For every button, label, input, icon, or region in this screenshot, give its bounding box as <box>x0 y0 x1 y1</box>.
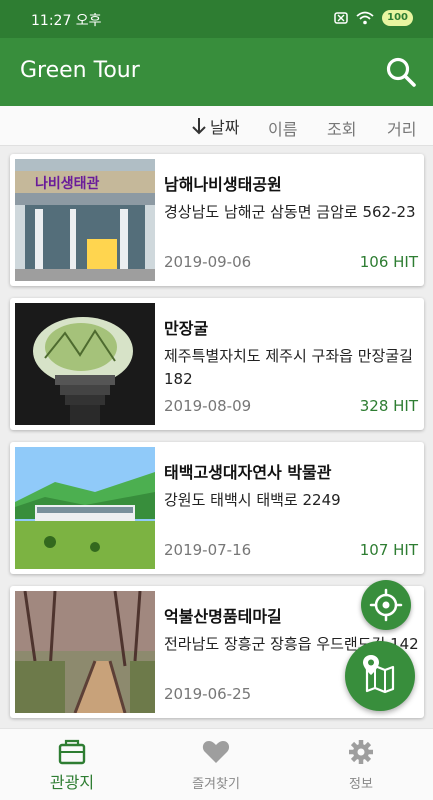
place-photo <box>15 303 155 425</box>
briefcase-icon <box>58 739 86 765</box>
app-bar: Green Tour <box>0 38 433 106</box>
place-date: 2019-08-09 <box>164 397 252 415</box>
notification-muted-icon <box>334 12 348 24</box>
battery-indicator: 100 <box>382 10 413 26</box>
nav-label: 관광지 <box>49 773 95 792</box>
status-time: 11:27 오후 <box>31 13 102 29</box>
place-hits: 106 HIT <box>359 253 418 271</box>
search-icon[interactable] <box>385 56 417 88</box>
list-item[interactable]: 나비생태관 남해나비생태공원 경상남도 남해군 삼동면 금암로 562-23 2… <box>10 154 424 286</box>
gps-target-icon <box>369 588 403 622</box>
sort-option-distance[interactable]: 거리 <box>387 116 416 140</box>
nav-label: 정보 <box>349 777 373 792</box>
sort-bar: 날짜 이름 조회 거리 <box>0 106 433 146</box>
map-icon <box>363 655 395 694</box>
place-date: 2019-06-25 <box>164 685 252 703</box>
nav-item-favorites[interactable]: 즐겨찾기 <box>144 729 288 800</box>
sort-option-name[interactable]: 이름 <box>268 116 297 140</box>
nav-label: 즐겨찾기 <box>192 777 240 792</box>
app-title: Green Tour <box>20 58 140 83</box>
place-name: 남해나비생태공원 <box>164 175 282 194</box>
wifi-icon <box>356 11 374 25</box>
nav-item-tourist-spots[interactable]: 관광지 <box>0 729 144 800</box>
arrow-down-icon <box>192 118 206 135</box>
locate-me-button[interactable] <box>361 580 411 630</box>
status-bar: 11:27 오후 100 <box>0 0 433 38</box>
list-item[interactable]: 만장굴 제주특별자치도 제주시 구좌읍 만장굴길 182 2019-08-09 … <box>10 298 424 430</box>
sort-option-views[interactable]: 조회 <box>327 116 356 140</box>
place-hits: 328 HIT <box>359 397 418 415</box>
place-address: 경상남도 남해군 삼동면 금암로 562-23 <box>164 203 416 221</box>
place-name: 태백고생대자연사 박물관 <box>164 463 332 482</box>
place-date: 2019-09-06 <box>164 253 252 271</box>
bottom-navigation: 관광지 즐겨찾기 정보 <box>0 728 433 800</box>
heart-icon <box>202 741 230 763</box>
gear-icon <box>349 740 373 764</box>
map-view-button[interactable] <box>345 641 415 711</box>
place-photo: 나비생태관 <box>15 159 155 281</box>
photo-sign-text: 나비생태관 <box>35 175 100 192</box>
place-address: 제주특별자치도 제주시 구좌읍 만장굴길 182 <box>164 347 413 388</box>
place-photo <box>15 447 155 569</box>
place-date: 2019-07-16 <box>164 541 252 559</box>
nav-item-info[interactable]: 정보 <box>289 729 433 800</box>
place-name: 만장굴 <box>164 319 209 338</box>
status-icons: 100 <box>334 10 413 26</box>
sort-label-date: 날짜 <box>210 118 240 137</box>
place-name: 억불산명품테마길 <box>164 607 282 626</box>
place-address: 강원도 태백시 태백로 2249 <box>164 491 341 509</box>
place-hits: 107 HIT <box>359 541 418 559</box>
place-photo <box>15 591 155 713</box>
sort-option-date[interactable]: 날짜 <box>190 114 239 138</box>
list-item[interactable]: 태백고생대자연사 박물관 강원도 태백시 태백로 2249 2019-07-16… <box>10 442 424 574</box>
